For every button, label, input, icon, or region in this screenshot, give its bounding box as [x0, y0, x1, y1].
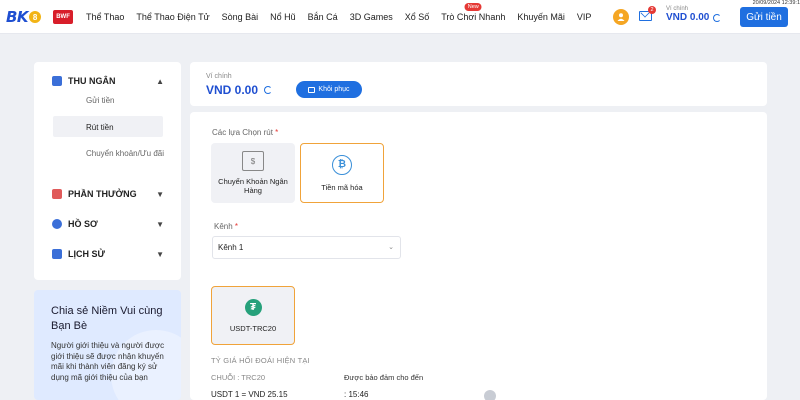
user-avatar-icon[interactable] — [613, 9, 629, 25]
chain-label: CHUỖI : TRC20 — [211, 373, 266, 382]
sidebar-item-deposit[interactable]: Gửi tiền — [86, 95, 176, 106]
channel-select[interactable]: Kênh 1 ⌄ — [212, 236, 401, 259]
exchange-rate-title: TỶ GIÁ HỐI ĐOÁI HIỆN TẠI — [211, 356, 310, 365]
currency-usdt-trc20[interactable]: ₮ USDT-TRC20 — [211, 286, 295, 345]
mail-count-badge: 2 — [648, 6, 656, 14]
logo-text: BK — [6, 8, 29, 26]
withdraw-panel: Các lựa Chọn rút * $ Chuyển Khoản Ngân H… — [190, 112, 767, 400]
nav-item-esports[interactable]: Thể Thao Điện Tử — [136, 12, 209, 22]
sidebar-item-transfer[interactable]: Chuyển khoản/Ưu đãi — [86, 148, 176, 159]
partner-logo: BWF — [53, 10, 74, 24]
method-bank-transfer[interactable]: $ Chuyển Khoản Ngân Hàng — [211, 143, 295, 203]
guarantee-label: Được bảo đảm cho đến — [344, 373, 424, 382]
sidebar-section-history[interactable]: LỊCH SỬ ▼ — [52, 249, 164, 259]
nav-item-3d-games[interactable]: 3D Games — [350, 12, 393, 22]
history-icon — [52, 249, 62, 259]
account-sidebar: THU NGÂN ▲ Gửi tiền Rút tiền Chuyển khoả… — [34, 62, 181, 280]
chevron-down-icon: ▼ — [156, 219, 164, 229]
top-header: BK 8 BWF Thể Thao Thể Thao Điện Tử Sòng … — [0, 0, 800, 34]
nav-item-lottery[interactable]: Xổ Số — [405, 12, 430, 22]
restore-icon — [308, 86, 316, 93]
method-crypto-label: Tiền mã hóa — [321, 182, 363, 192]
sidebar-section-profile[interactable]: HỒ SƠ ▼ — [52, 219, 164, 229]
channel-label: Kênh * — [214, 222, 239, 231]
refresh-icon[interactable] — [713, 13, 722, 22]
sidebar-section-rewards[interactable]: PHẦN THƯỞNG ▼ — [52, 189, 164, 199]
header-wallet-amount: VND 0.00 — [666, 12, 710, 23]
wallet-amount: VND 0.00 — [206, 83, 259, 97]
user-icon — [52, 219, 62, 229]
deposit-button[interactable]: Gửi tiền — [740, 7, 788, 27]
wallet-label: Ví chính — [206, 73, 232, 80]
nav-item-casino[interactable]: Sòng Bài — [222, 12, 259, 22]
sidebar-item-withdraw[interactable]: Rút tiền — [86, 122, 176, 133]
currency-label: USDT-TRC20 — [229, 323, 277, 333]
chevron-down-icon: ⌄ — [388, 244, 394, 251]
referral-card: Chia sẻ Niềm Vui cùng Bạn Bè Người giới … — [34, 290, 181, 400]
sidebar-section-cashier[interactable]: THU NGÂN ▲ — [52, 76, 164, 86]
tether-icon: ₮ — [244, 298, 262, 316]
restore-button[interactable]: Khôi phục — [296, 81, 362, 98]
scroll-indicator — [484, 390, 496, 400]
chevron-down-icon: ▼ — [156, 249, 164, 259]
nav-item-promotions[interactable]: Khuyến Mãi — [517, 12, 565, 22]
bitcoin-icon: ₿ — [332, 154, 352, 175]
referral-text: Người giới thiệu và người được giới thiệ… — [51, 341, 165, 382]
bank-icon: $ — [242, 151, 264, 171]
chevron-up-icon: ▲ — [156, 76, 164, 86]
logo-coin: 8 — [29, 11, 42, 23]
method-bank-label: Chuyển Khoản Ngân Hàng — [218, 177, 288, 195]
gift-icon — [52, 189, 62, 199]
exchange-rate-value: USDT 1 = VND 25.15 — [211, 390, 288, 399]
site-logo[interactable]: BK 8 BWF — [6, 7, 74, 27]
nav-item-slots[interactable]: Nổ Hũ — [270, 12, 296, 22]
withdraw-options-label: Các lựa Chọn rút * — [212, 128, 279, 137]
nav-item-the-thao[interactable]: Thể Thao — [86, 12, 124, 22]
nav-item-fishing[interactable]: Bắn Cá — [308, 12, 338, 22]
main-nav: Thể Thao Thể Thao Điện Tử Sòng Bài Nổ Hũ… — [80, 0, 597, 34]
header-wallet: Ví chính VND 0.00 — [666, 6, 722, 23]
cashier-icon — [52, 76, 62, 86]
chevron-down-icon: ▼ — [156, 189, 164, 199]
new-badge: New — [464, 3, 482, 11]
referral-title: Chia sẻ Niềm Vui cùng Bạn Bè — [51, 305, 163, 332]
nav-item-vip[interactable]: VIP — [577, 12, 592, 22]
datetime: 20/09/2024 12:39:1 — [752, 0, 800, 6]
guarantee-time: : 15:46 — [344, 390, 369, 399]
refresh-icon[interactable] — [264, 86, 273, 94]
nav-item-quick-games[interactable]: New Trò Chơi Nhanh — [441, 3, 505, 22]
method-crypto[interactable]: ₿ Tiền mã hóa — [300, 143, 384, 203]
wallet-card: Ví chính VND 0.00 Khôi phục — [190, 62, 767, 106]
